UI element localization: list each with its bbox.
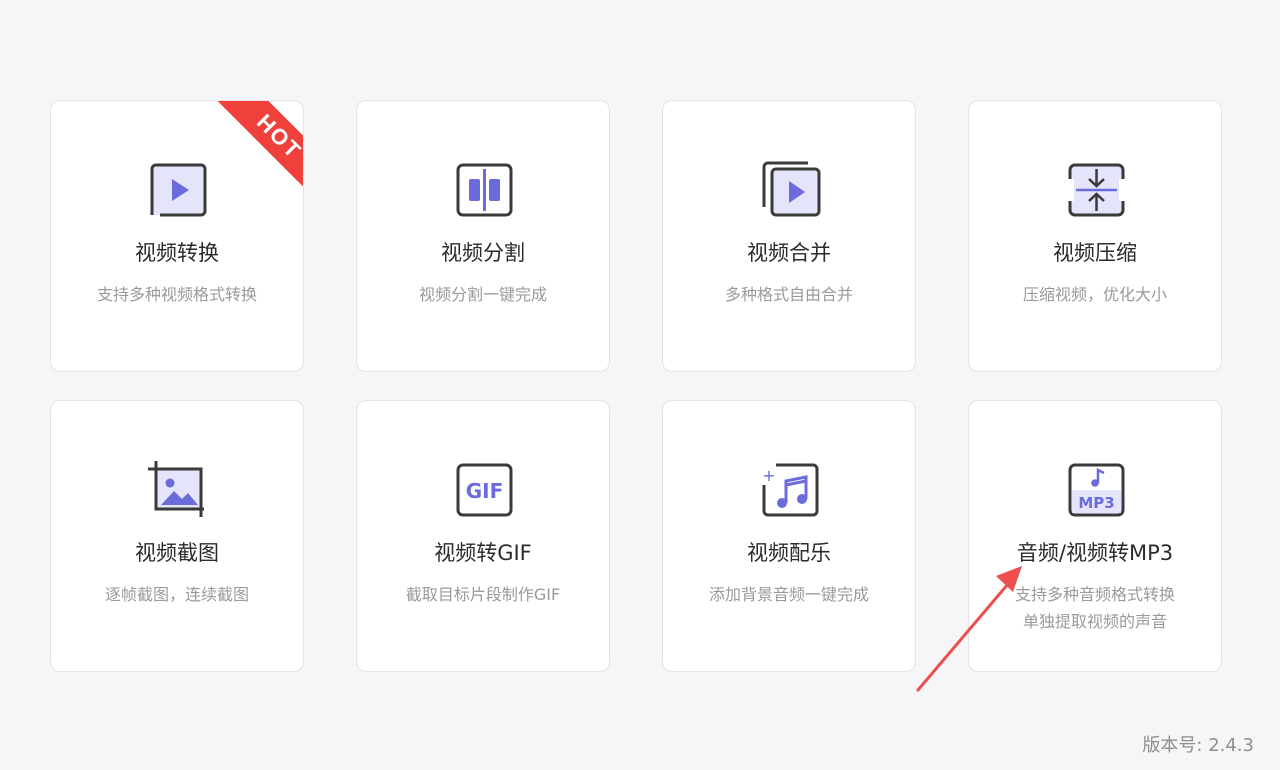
card-audio-to-mp3[interactable]: MP3 音频/视频转MP3 支持多种音频格式转换 单独提取视频的声音 [968, 400, 1222, 672]
video-compress-icon [1062, 159, 1130, 221]
card-video-merge[interactable]: 视频合并 多种格式自由合并 [662, 100, 916, 372]
gif-icon: GIF [450, 459, 518, 521]
card-desc: 逐帧截图，连续截图 [104, 585, 249, 604]
card-desc: 添加背景音频一键完成 [708, 585, 869, 604]
card-video-split[interactable]: 视频分割 视频分割一键完成 [356, 100, 610, 372]
video-split-icon [450, 159, 518, 221]
svg-text:+: + [762, 466, 775, 485]
video-merge-icon [756, 159, 824, 221]
card-title: 视频配乐 [747, 541, 831, 565]
card-title: 视频分割 [441, 241, 525, 265]
card-desc: 视频分割一键完成 [418, 285, 547, 304]
card-desc: 压缩视频，优化大小 [1022, 285, 1167, 304]
feature-grid: HOT 视频转换 支持多种视频格式转换 视频分割 视频分割一键完成 视频合并 多… [50, 100, 1225, 675]
card-desc: 多种格式自由合并 [724, 285, 853, 304]
version-label: 版本号: 2.4.3 [1142, 735, 1254, 756]
card-desc: 截取目标片段制作GIF [405, 585, 561, 604]
card-video-compress[interactable]: 视频压缩 压缩视频，优化大小 [968, 100, 1222, 372]
card-video-convert[interactable]: HOT 视频转换 支持多种视频格式转换 [50, 100, 304, 372]
card-title: 视频转换 [135, 241, 219, 265]
card-video-music[interactable]: + 视频配乐 添加背景音频一键完成 [662, 400, 916, 672]
svg-text:MP3: MP3 [1078, 494, 1114, 512]
card-title: 视频截图 [135, 541, 219, 565]
video-screenshot-icon [144, 459, 212, 521]
card-desc: 支持多种音频格式转换 单独提取视频的声音 [1014, 585, 1175, 631]
card-title: 音频/视频转MP3 [1016, 541, 1174, 565]
music-add-icon: + [756, 459, 824, 521]
hot-badge: HOT [213, 101, 303, 191]
card-title: 视频转GIF [434, 541, 532, 565]
card-video-screenshot[interactable]: 视频截图 逐帧截图，连续截图 [50, 400, 304, 672]
mp3-icon: MP3 [1062, 459, 1130, 521]
video-convert-icon [144, 159, 212, 221]
card-title: 视频合并 [747, 241, 831, 265]
svg-text:GIF: GIF [466, 479, 504, 503]
card-video-to-gif[interactable]: GIF 视频转GIF 截取目标片段制作GIF [356, 400, 610, 672]
card-title: 视频压缩 [1053, 241, 1137, 265]
card-desc: 支持多种视频格式转换 [96, 285, 257, 304]
